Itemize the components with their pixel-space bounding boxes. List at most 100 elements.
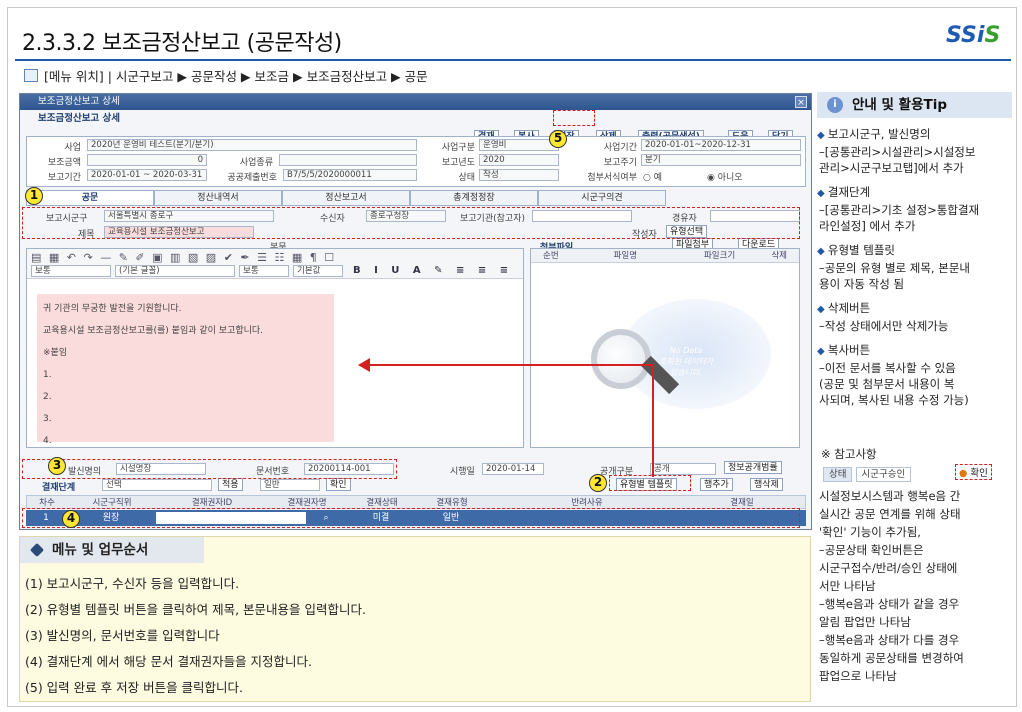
- biz-period-label: 사업기간: [603, 143, 637, 153]
- cube-icon: [29, 542, 45, 558]
- biz-type-field: 운영비: [479, 139, 559, 151]
- doc-no-field: B7/5/5/2020000011: [283, 169, 417, 181]
- ref-tab-approval: 시군구승인: [855, 467, 912, 482]
- format-buttons[interactable]: B I U A ✎ ≡ ≡ ≡: [353, 265, 513, 276]
- marker-3: 3: [48, 457, 66, 475]
- ref-line: –공문상태 확인버튼은: [819, 543, 924, 557]
- body-line: ※붙임: [43, 348, 68, 358]
- report-year-label: 보고년도: [441, 158, 475, 168]
- steps-title: 메뉴 및 업무순서: [20, 537, 204, 563]
- enforce-date-label: 시행일: [450, 467, 475, 477]
- subtitle-text: 보조금정산보고 상세: [38, 113, 120, 124]
- tip-line: –이전 문서를 복사할 수 있음: [819, 361, 956, 375]
- menu-location-text: [메뉴 위치] | 시군구보고 ▶ 공문작성 ▶ 보조금 ▶ 보조금정산보고 ▶…: [44, 69, 428, 84]
- ssis-logo: SSiS: [946, 23, 1001, 48]
- marker-1: 1: [25, 187, 43, 205]
- row-add-button[interactable]: 행추가: [700, 478, 733, 491]
- step-item: (1) 보고시군구, 수신자 등을 입력합니다.: [25, 576, 240, 591]
- radio-yes[interactable]: ○ 예: [643, 170, 662, 183]
- step-item: (3) 발신명의, 문서번호를 입력합니다: [25, 628, 220, 643]
- size2-select[interactable]: 기본값: [293, 265, 343, 277]
- col-delete: 삭제: [771, 251, 787, 261]
- marker-4: 4: [62, 510, 80, 528]
- approval-table-header: 차수 시군구직위 결재권자ID 결재권자명 결재상태 결재유형 반려사유 결재일: [26, 495, 806, 509]
- tip-line: (공문 및 첨부문서 내용이 복: [819, 377, 955, 391]
- arrow-head: [358, 358, 370, 372]
- tab-opinion[interactable]: 시군구의견: [538, 190, 666, 206]
- info-icon: i: [827, 97, 843, 113]
- highlight-approval-row: [22, 508, 800, 528]
- approval-stage-select[interactable]: 선택: [102, 479, 212, 491]
- header-divider: [15, 59, 1011, 61]
- tip-line: 용이 자동 작성 됨: [819, 277, 905, 291]
- step-item: (4) 결재단계 에서 해당 문서 결재권자들을 지정합니다.: [25, 654, 313, 669]
- info-public-button[interactable]: 정보공개범률: [724, 461, 782, 474]
- ref-line: –행복e음과 상태가 다를 경우: [819, 633, 960, 647]
- radio-no[interactable]: ◉ 아니오: [707, 170, 743, 183]
- highlight-template: [609, 475, 691, 491]
- col-type: 결재유형: [436, 498, 468, 508]
- col-position: 시군구직위: [92, 498, 132, 508]
- row-delete-button[interactable]: 행삭제: [750, 478, 783, 491]
- enforce-date-field[interactable]: 2020-01-14: [482, 463, 544, 475]
- font-select[interactable]: (기본 글꼴): [115, 265, 235, 277]
- page-title: 2.3.3.2 보조금정산보고 (공문작성): [22, 31, 342, 56]
- marker-5: 5: [549, 130, 567, 148]
- step-item: (2) 유형별 템플릿 버튼을 클릭하여 제목, 본문내용을 입력합니다.: [25, 602, 366, 617]
- menu-icon: [24, 69, 38, 82]
- confirm-button[interactable]: 확인: [326, 478, 351, 491]
- tip-item: ◆ 유형별 템플릿: [817, 243, 896, 257]
- col-status: 결재상태: [366, 498, 398, 508]
- tips-title: i 안내 및 활용Tip: [817, 92, 1012, 118]
- biz-period-field: 2020-01-01~2020-12-31: [641, 139, 801, 151]
- editor-body[interactable]: 귀 기관의 무궁한 발전을 기원합니다. 교육용시설 보조금정산보고를(를) 붙…: [37, 294, 334, 446]
- highlight-sender-fields: [22, 459, 397, 479]
- tip-line: 관리>시군구보고탭]에서 추가: [819, 161, 964, 175]
- tab-document[interactable]: 공문: [26, 190, 154, 206]
- arrow-horizontal: [370, 364, 654, 366]
- ref-confirm-button: ● 확인: [955, 464, 992, 480]
- body-line: 3.: [43, 414, 52, 424]
- col-date: 결재일: [730, 498, 754, 508]
- ref-line: 동일하게 공문상태를 변경하여: [819, 651, 964, 665]
- biz-field: 2020년 운영비 테스트(분기/분기): [87, 139, 417, 151]
- tip-line: –[공통관리>시설관리>시설정보: [819, 145, 976, 159]
- ref-line: 실시간 공문 연계를 위해 상태: [819, 507, 961, 521]
- attach-header: 순번 파일명 파일크기 삭제: [531, 249, 799, 263]
- tab-ledger[interactable]: 총계정정장: [410, 190, 538, 206]
- editor-toolbar: ▤ ▦ ↶ ↷ — ✎ ✐ ▣ ▥ ▧ ▨ ✔ ✒ ☰ ☷ ▦ ¶ ☐ 보통 (…: [27, 249, 523, 279]
- body-line: 2.: [43, 392, 52, 402]
- no-data-text: No Data 조회된 데이터가 없습니다.: [659, 346, 714, 377]
- steps-panel: 메뉴 및 업무순서 (1) 보고시군구, 수신자 등을 입력합니다. (2) 유…: [19, 536, 811, 702]
- window-title: 보조금정산보고 상세: [38, 96, 120, 107]
- report-year-field: 2020: [479, 154, 559, 166]
- reference-title: ※ 참고사항: [821, 447, 877, 461]
- report-cycle-label: 보고주기: [603, 158, 637, 168]
- info-form: 사업 2020년 운영비 테스트(분기/분기) 사업구분 운영비 사업기간 20…: [26, 136, 806, 187]
- step-item: (5) 입력 완료 후 저장 버튼을 클릭합니다.: [25, 680, 244, 695]
- doc-no-label: 공공제출번호: [227, 173, 277, 183]
- size-select[interactable]: 보통: [239, 265, 289, 277]
- apply-button[interactable]: 적용: [218, 478, 243, 491]
- tip-line: –공문의 유형 별로 제목, 본문내: [819, 261, 970, 275]
- ref-tab-status: 상태: [823, 467, 853, 482]
- tip-line: –[공통관리>기초 설정>통합결재: [819, 203, 980, 217]
- body-line: 교육용시설 보조금정산보고를(를) 붙임과 같이 보고합니다.: [43, 326, 264, 336]
- tab-settlement-detail[interactable]: 정산내역서: [154, 190, 282, 206]
- editor-icon-row[interactable]: ▤ ▦ ↶ ↷ — ✎ ✐ ▣ ▥ ▧ ▨ ✔ ✒ ☰ ☷ ▦ ¶ ☐: [31, 251, 336, 264]
- biz-label: 사업: [64, 143, 81, 153]
- amount-label: 보조금액: [47, 158, 81, 168]
- tab-bar: 공문 정산내역서 정산보고서 총계정정장 시군구의견: [26, 190, 666, 206]
- public-type-select[interactable]: 공개: [650, 463, 716, 475]
- style-select[interactable]: 보통: [31, 265, 111, 277]
- biz-kind-field[interactable]: [279, 154, 417, 166]
- ref-line: 시설정보시스템과 행복e음 간: [819, 489, 961, 503]
- reference-tabs: 상태 시군구승인: [823, 466, 912, 482]
- close-icon[interactable]: ×: [795, 96, 807, 108]
- tip-item: ◆ 보고시군구, 발신명의: [817, 127, 931, 141]
- biz-type-label: 사업구분: [441, 143, 475, 153]
- magnifier-icon: [591, 329, 651, 389]
- tab-settlement-report[interactable]: 정산보고서: [282, 190, 410, 206]
- body-editor[interactable]: ▤ ▦ ↶ ↷ — ✎ ✐ ▣ ▥ ▧ ▨ ✔ ✒ ☰ ☷ ▦ ¶ ☐ 보통 (…: [26, 248, 524, 448]
- approval-type-select[interactable]: 일반: [260, 479, 320, 491]
